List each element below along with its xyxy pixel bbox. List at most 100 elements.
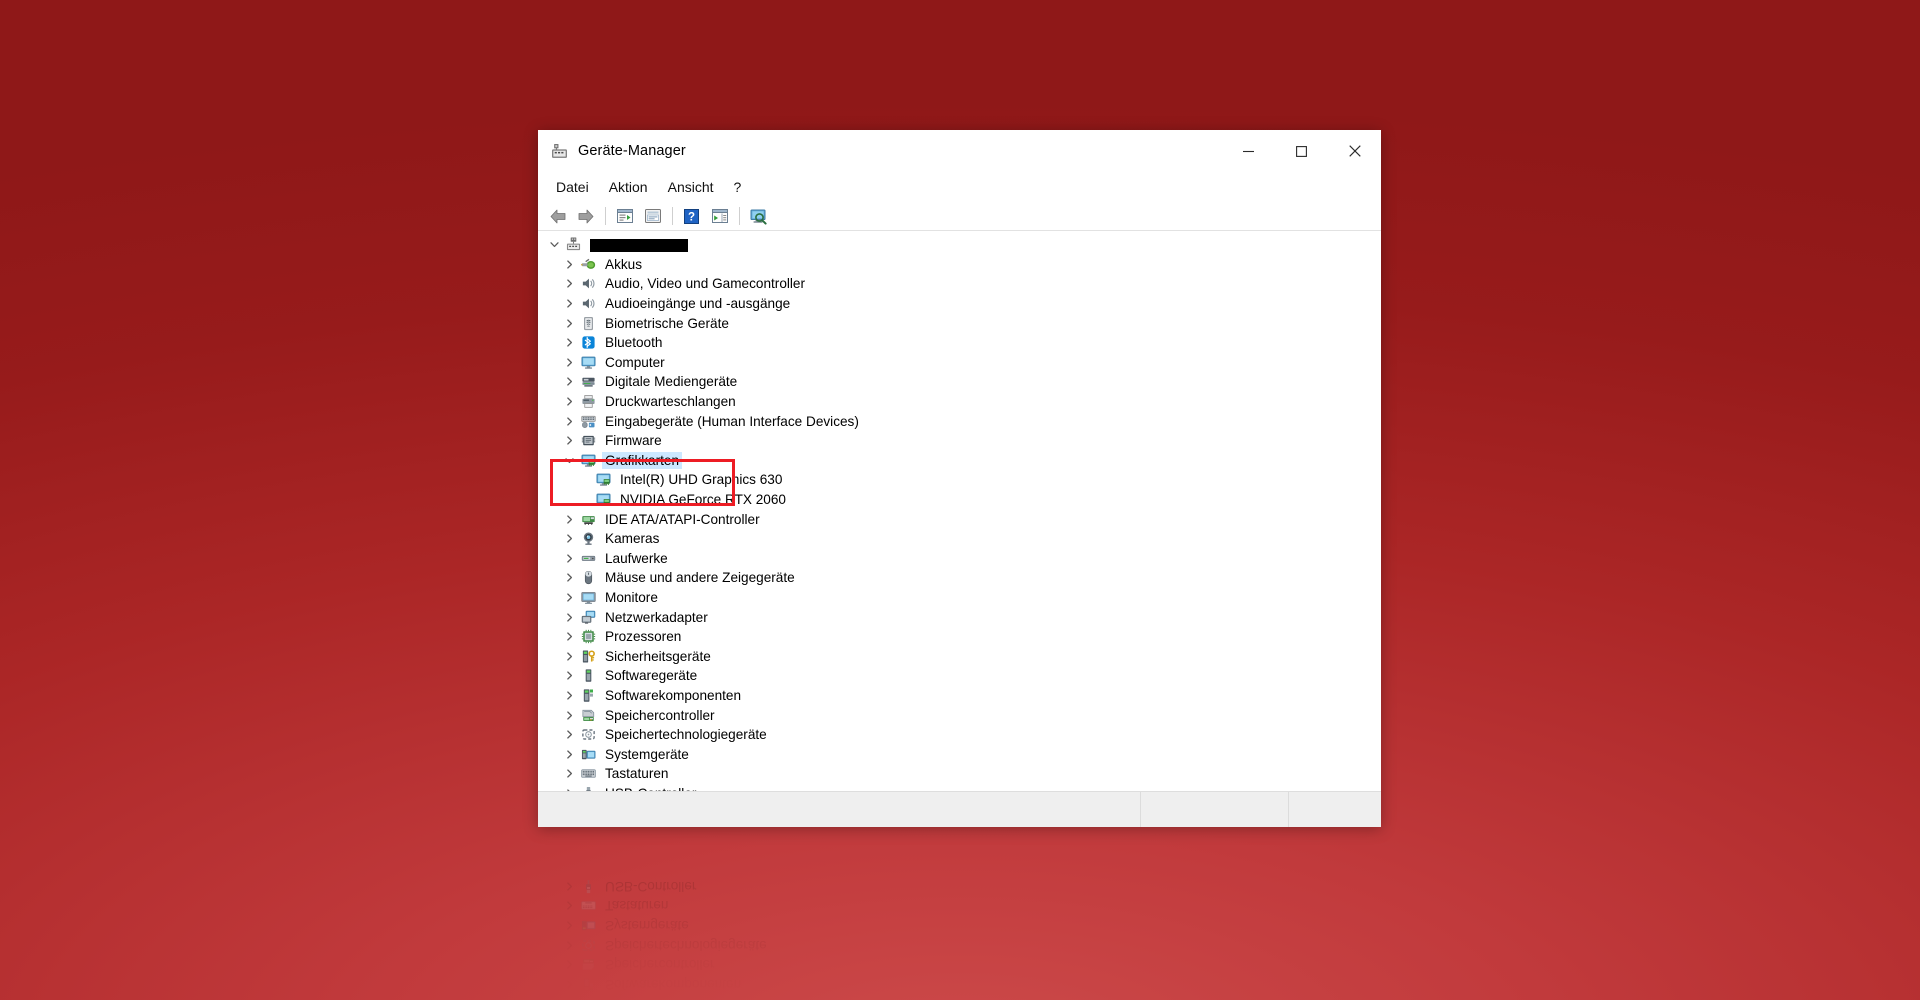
chevron-right-icon[interactable] (561, 514, 578, 524)
printer-icon (578, 394, 598, 409)
back-icon[interactable] (544, 204, 571, 228)
chevron-right-icon[interactable] (561, 534, 578, 543)
tree-item-label: Monitore (605, 589, 658, 605)
bluetooth-icon (578, 335, 598, 350)
media-device-icon (578, 374, 598, 389)
tree-item-label: Firmware (605, 433, 662, 449)
menu-aktion[interactable]: Aktion (599, 176, 658, 198)
scan-hardware-changes-icon[interactable] (745, 204, 772, 228)
menu-ansicht[interactable]: Ansicht (658, 176, 724, 198)
update-driver-icon[interactable] (639, 204, 666, 228)
tree-item-computer[interactable]: Computer (538, 353, 1381, 373)
chevron-right-icon[interactable] (561, 593, 578, 602)
status-cell-middle (1141, 792, 1289, 827)
tree-item-grafikkarten[interactable]: Grafikkarten (538, 451, 1381, 471)
chevron-right-icon[interactable] (561, 260, 578, 269)
minimize-button[interactable] (1222, 130, 1275, 172)
window-reflection: Softwarekomponenten Speichercontroller S… (538, 827, 1381, 1000)
chevron-right-icon (561, 980, 578, 989)
tree-item-softwaregeraete[interactable]: Softwaregeräte (538, 666, 1381, 686)
help-icon[interactable]: ? (678, 204, 705, 228)
tree-item-digitale-mediengeraete[interactable]: Digitale Mediengeräte (538, 372, 1381, 392)
chevron-right-icon[interactable] (561, 769, 578, 778)
chevron-right-icon[interactable] (561, 377, 578, 387)
chevron-right-icon[interactable] (561, 632, 578, 641)
device-tree[interactable]: Akkus Audio, Video und Gamecontroller Au… (538, 231, 1381, 791)
menu-datei[interactable]: Datei (546, 176, 599, 198)
tree-item-eingabegeraete-hid[interactable]: Eingabegeräte (Human Interface Devices) (538, 411, 1381, 431)
tree-item-audioeingaenge-ausgaenge[interactable]: Audioeingänge und -ausgänge (538, 294, 1381, 314)
chevron-right-icon[interactable] (561, 417, 578, 426)
close-button[interactable] (1328, 130, 1381, 172)
camera-icon (578, 531, 598, 546)
tree-item-intel-uhd-graphics-630[interactable]: Intel(R) UHD Graphics 630 (538, 470, 1381, 490)
tree-item-firmware[interactable]: Firmware (538, 431, 1381, 451)
tree-item-label: Speichertechnologiegeräte (605, 727, 767, 743)
chevron-right-icon[interactable] (561, 671, 578, 680)
forward-icon[interactable] (572, 204, 599, 228)
chevron-down-icon[interactable] (546, 240, 563, 249)
tree-item-monitore[interactable]: Monitore (538, 588, 1381, 608)
tree-item-ide-ata-atapi-controller[interactable]: IDE ATA/ATAPI-Controller (538, 509, 1381, 529)
chevron-right-icon[interactable] (561, 750, 578, 759)
chevron-right-icon[interactable] (561, 554, 578, 563)
reflection-item: Softwarekomponenten (538, 974, 1381, 994)
chevron-right-icon[interactable] (561, 730, 578, 739)
properties-icon[interactable] (611, 204, 638, 228)
tree-item-label: Akkus (605, 256, 643, 272)
reflection-item-label: Softwarekomponenten (605, 976, 742, 992)
tree-item-audio-video-gamecontroller[interactable]: Audio, Video und Gamecontroller (538, 274, 1381, 294)
keyboard-icon (578, 898, 598, 913)
chevron-right-icon[interactable] (561, 652, 578, 661)
chevron-right-icon[interactable] (561, 279, 578, 289)
tree-item-kameras[interactable]: Kameras (538, 529, 1381, 549)
chevron-down-icon[interactable] (561, 456, 578, 465)
menu-hilfe[interactable]: ? (724, 176, 752, 198)
tree-item-netzwerkadapter[interactable]: Netzwerkadapter (538, 607, 1381, 627)
chevron-right-icon[interactable] (561, 691, 578, 700)
storage-controller-icon (578, 957, 598, 972)
tree-item-speichertechnologiegeraete[interactable]: Speichertechnologiegeräte (538, 725, 1381, 745)
tree-item-prozessoren[interactable]: Prozessoren (538, 627, 1381, 647)
show-hidden-devices-icon[interactable] (706, 204, 733, 228)
status-bar (538, 791, 1381, 827)
software-component-icon (578, 688, 598, 703)
tree-item-label: Computer (605, 354, 665, 370)
tree-root-node[interactable] (538, 235, 1381, 255)
chevron-right-icon[interactable] (561, 789, 578, 791)
chevron-right-icon[interactable] (561, 397, 578, 406)
tree-item-label: Prozessoren (605, 629, 682, 645)
chevron-right-icon[interactable] (561, 299, 578, 308)
chevron-right-icon[interactable] (561, 338, 578, 347)
device-manager-icon (550, 142, 568, 160)
computer-root-icon (563, 237, 583, 252)
tree-item-softwarekomponenten[interactable]: Softwarekomponenten (538, 686, 1381, 706)
tree-item-nvidia-geforce-rtx-2060[interactable]: NVIDIA GeForce RTX 2060 (538, 490, 1381, 510)
tree-item-tastaturen[interactable]: Tastaturen (538, 764, 1381, 784)
reflection-item-label: Speichercontroller (605, 957, 715, 973)
tree-item-biometrische-geraete[interactable]: Biometrische Geräte (538, 313, 1381, 333)
chevron-right-icon[interactable] (561, 319, 578, 328)
reflection-item: USB-Controller (538, 876, 1381, 896)
tree-item-label: Digitale Mediengeräte (605, 374, 738, 390)
chevron-right-icon (561, 882, 578, 891)
tree-item-usb-controller[interactable]: USB-Controller (538, 784, 1381, 791)
tree-item-sicherheitsgeraete[interactable]: Sicherheitsgeräte (538, 646, 1381, 666)
chevron-right-icon[interactable] (561, 612, 578, 622)
battery-icon (578, 257, 598, 272)
window-title: Geräte-Manager (578, 143, 686, 159)
tree-item-laufwerke[interactable]: Laufwerke (538, 549, 1381, 569)
tree-item-maeuse-zeigegeraete[interactable]: Mäuse und andere Zeigegeräte (538, 568, 1381, 588)
tree-item-bluetooth[interactable]: Bluetooth (538, 333, 1381, 353)
chevron-right-icon[interactable] (561, 436, 578, 445)
maximize-button[interactable] (1275, 130, 1328, 172)
chevron-right-icon[interactable] (561, 573, 578, 583)
chevron-right-icon[interactable] (561, 358, 578, 367)
status-cell-right (1289, 792, 1381, 827)
tree-item-speichercontroller[interactable]: Speichercontroller (538, 705, 1381, 725)
tree-item-druckwarteschlangen[interactable]: Druckwarteschlangen (538, 392, 1381, 412)
tree-item-systemgeraete[interactable]: Systemgeräte (538, 744, 1381, 764)
chevron-right-icon[interactable] (561, 710, 578, 720)
tree-item-akkus[interactable]: Akkus (538, 255, 1381, 275)
chevron-right-icon (561, 960, 578, 969)
